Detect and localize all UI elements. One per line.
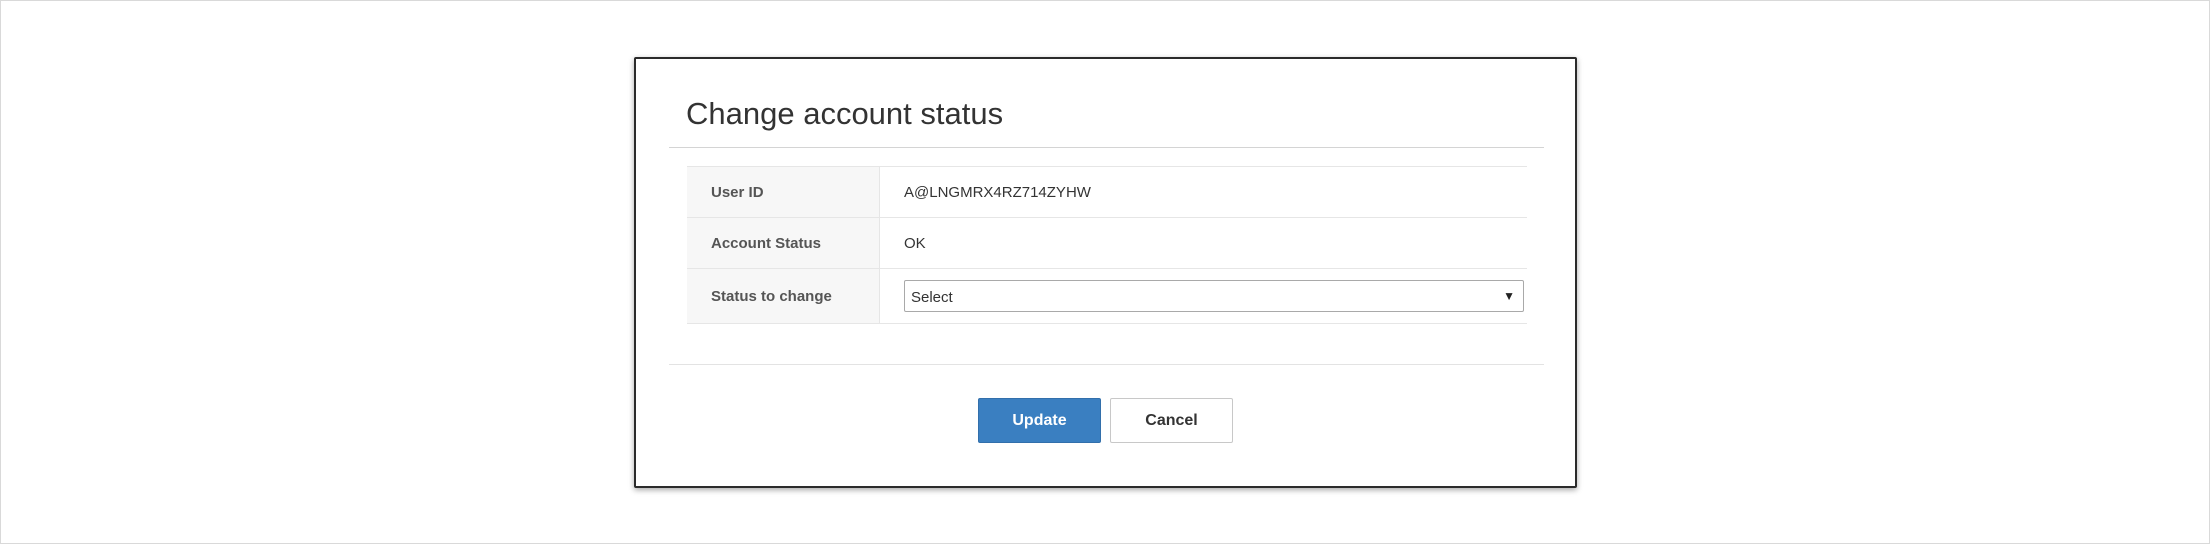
status-select[interactable]: Select ▼ (904, 280, 1524, 312)
table-row-user-id: User ID A@LNGMRX4RZ714ZYHW (687, 166, 1527, 218)
account-status-value: OK (904, 234, 926, 252)
change-status-dialog: Change account status User ID A@LNGMRX4R… (634, 57, 1577, 488)
footer-divider (669, 364, 1544, 365)
triangle-down-icon: ▼ (1503, 289, 1515, 303)
account-details-table: User ID A@LNGMRX4RZ714ZYHW Account Statu… (687, 166, 1527, 324)
status-select-value: Select (911, 289, 953, 306)
cancel-button[interactable]: Cancel (1110, 398, 1233, 443)
account-status-label: Account Status (687, 217, 880, 269)
status-to-change-label: Status to change (687, 268, 880, 324)
update-button[interactable]: Update (978, 398, 1101, 443)
table-row-account-status: Account Status OK (687, 217, 1527, 269)
table-row-status-to-change: Status to change Select ▼ (687, 268, 1528, 324)
dialog-title: Change account status (686, 96, 1004, 131)
user-id-value: A@LNGMRX4RZ714ZYHW (904, 183, 1091, 201)
user-id-label: User ID (687, 166, 880, 218)
status-select-cell: Select ▼ (880, 269, 1528, 324)
title-divider (669, 147, 1544, 148)
